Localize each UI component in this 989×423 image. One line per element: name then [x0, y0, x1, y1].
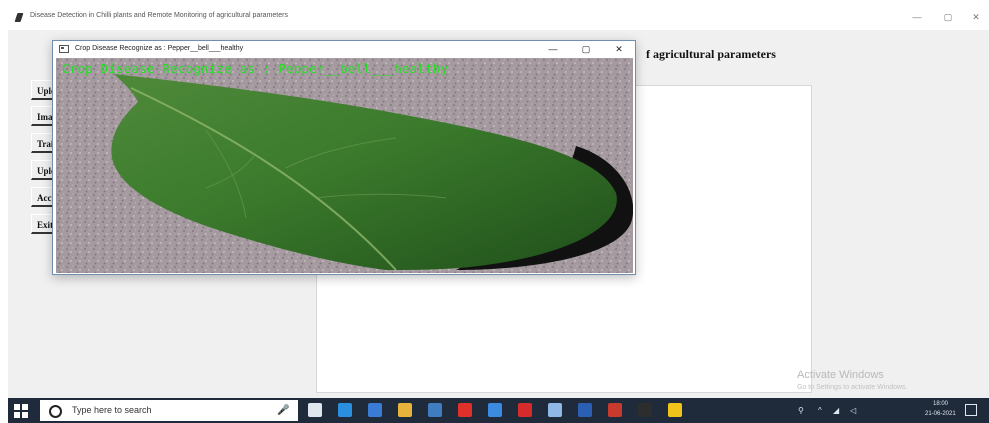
main-window-title: Disease Detection in Chilli plants and R… — [30, 12, 288, 19]
start-windows-icon[interactable] — [14, 404, 28, 418]
popup-titlebar[interactable]: Crop Disease Recognize as : Pepper__bell… — [53, 41, 635, 58]
folder-icon[interactable] — [398, 403, 412, 417]
main-maximize-button[interactable]: ▢ — [934, 9, 962, 25]
clock-time[interactable]: 18:00 — [933, 401, 948, 407]
notepad-icon[interactable] — [548, 403, 562, 417]
pdf-icon[interactable] — [518, 403, 532, 417]
main-close-button[interactable]: ✕ — [962, 9, 989, 25]
app-feather-icon — [14, 13, 24, 22]
main-minimize-button[interactable]: — — [903, 9, 931, 25]
popup-maximize-button[interactable]: ▢ — [574, 42, 598, 57]
prediction-overlay-text: Crop Disease Recognize as : Pepper__bell… — [62, 61, 449, 76]
taskbar-search-input[interactable]: Type here to search 🎤 — [40, 400, 298, 421]
popup-minimize-button[interactable]: — — [541, 42, 565, 57]
result-popup-window: Crop Disease Recognize as : Pepper__bell… — [52, 40, 636, 275]
terminal-icon[interactable] — [638, 403, 652, 417]
store-icon[interactable] — [368, 403, 382, 417]
app-red-icon[interactable] — [608, 403, 622, 417]
clock-date[interactable]: 21-06-2021 — [925, 411, 956, 417]
tray-people-icon[interactable]: ⚲ — [798, 406, 804, 415]
search-placeholder: Type here to search — [72, 405, 152, 415]
pepper-leaf-image — [56, 58, 633, 273]
activate-windows-title: Activate Windows — [797, 369, 884, 381]
main-titlebar[interactable]: Disease Detection in Chilli plants and R… — [8, 6, 989, 30]
main-heading: f agricultural parameters — [646, 47, 776, 61]
leaf-image-canvas: Crop Disease Recognize as : Pepper__bell… — [56, 58, 633, 273]
photos-icon[interactable] — [488, 403, 502, 417]
windows-taskbar: Type here to search 🎤 ⚲ ^ ◢ ◁ 18:00 21-0… — [8, 398, 989, 423]
edge-icon[interactable] — [338, 403, 352, 417]
opencv-window-icon — [59, 45, 69, 53]
python-idle-icon[interactable] — [668, 403, 682, 417]
notification-center-icon[interactable] — [965, 404, 977, 416]
activate-windows-subtitle: Go to Settings to activate Windows. — [797, 384, 908, 391]
tray-volume-icon[interactable]: ◁ — [850, 406, 856, 415]
popup-close-button[interactable]: ✕ — [607, 42, 631, 57]
tray-network-icon[interactable]: ◢ — [833, 406, 839, 415]
search-cortana-icon — [49, 405, 62, 418]
python-icon[interactable] — [428, 403, 442, 417]
tray-chevron-up-icon[interactable]: ^ — [818, 406, 822, 415]
task-view-icon[interactable] — [308, 403, 322, 417]
word-icon[interactable] — [578, 403, 592, 417]
microphone-icon[interactable]: 🎤 — [277, 405, 289, 416]
opera-icon[interactable] — [458, 403, 472, 417]
popup-title: Crop Disease Recognize as : Pepper__bell… — [75, 45, 244, 52]
